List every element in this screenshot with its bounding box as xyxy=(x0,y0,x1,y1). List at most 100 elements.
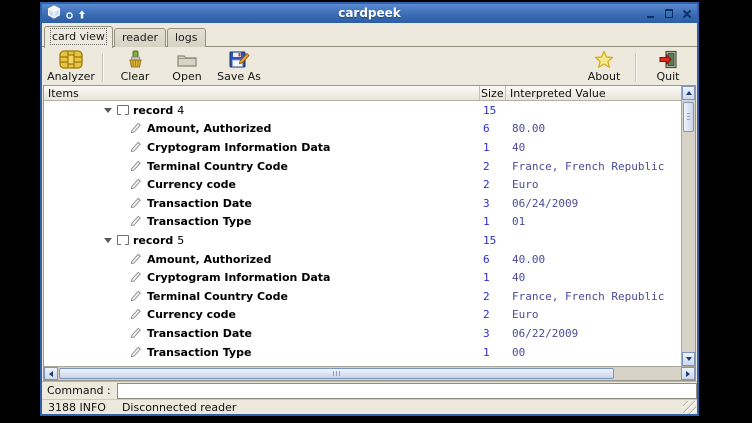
floppy-pencil-icon xyxy=(228,50,250,69)
size-value: 6 xyxy=(480,253,506,266)
record-icon xyxy=(117,235,129,245)
horizontal-scrollbar-trough[interactable] xyxy=(614,367,681,380)
item-label: Terminal Country Code xyxy=(147,160,288,173)
tree-row[interactable]: Transaction Type 1 01 xyxy=(44,213,681,232)
tree-row[interactable]: Transaction Type 1 00 xyxy=(44,343,681,362)
titlebar[interactable]: cardpeek xyxy=(42,4,697,23)
command-bar: Command : xyxy=(42,381,697,399)
item-label: Transaction Date xyxy=(147,197,252,210)
size-value: 15 xyxy=(480,234,506,247)
vertical-scrollbar[interactable] xyxy=(681,86,695,366)
interpreted-value: 06/24/2009 xyxy=(506,197,681,210)
app-cube-icon[interactable] xyxy=(47,4,61,23)
item-pencil-icon xyxy=(130,307,142,322)
vertical-scrollbar-trough[interactable] xyxy=(682,132,695,352)
clear-button[interactable]: Clear xyxy=(109,49,161,85)
table-header: Items Size Interpreted Value xyxy=(44,86,681,101)
size-value: 6 xyxy=(480,122,506,135)
item-label: Amount, Authorized xyxy=(147,122,271,135)
item-pencil-icon xyxy=(130,140,142,155)
size-value: 1 xyxy=(480,271,506,284)
item-label: Transaction Type xyxy=(147,215,251,228)
item-label: Cryptogram Information Data xyxy=(147,141,330,154)
size-value: 1 xyxy=(480,346,506,359)
horizontal-scrollbar[interactable] xyxy=(44,366,695,380)
item-pencil-icon xyxy=(130,214,142,229)
up-arrow-icon xyxy=(686,91,692,95)
tree-row[interactable]: Amount, Authorized 6 80.00 xyxy=(44,120,681,139)
tree-row[interactable]: Terminal Country Code 2 France, French R… xyxy=(44,287,681,306)
scroll-left-button[interactable] xyxy=(44,367,58,380)
size-value: 2 xyxy=(480,178,506,191)
down-arrow-icon xyxy=(686,357,692,361)
item-label: Currency code xyxy=(147,178,236,191)
item-label: Currency code xyxy=(147,308,236,321)
maximize-button[interactable] xyxy=(664,9,674,19)
item-pencil-icon xyxy=(130,289,142,304)
interpreted-value: 40.00 xyxy=(506,253,681,266)
tree-row[interactable]: Cryptogram Information Data 1 40 xyxy=(44,268,681,287)
expander-icon[interactable] xyxy=(104,238,112,243)
scroll-right-button[interactable] xyxy=(681,367,695,380)
resize-grip[interactable] xyxy=(683,401,696,414)
tree-row[interactable]: Currency code 2 Euro xyxy=(44,175,681,194)
tree-row[interactable]: Currency code 2 Euro xyxy=(44,306,681,325)
size-value: 3 xyxy=(480,197,506,210)
toolbar: Analyzer Clear Open xyxy=(42,47,697,85)
interpreted-value: Euro xyxy=(506,308,681,321)
indicator-circle-icon xyxy=(66,4,73,23)
star-icon xyxy=(594,50,614,69)
item-pencil-icon xyxy=(130,159,142,174)
interpreted-value: Euro xyxy=(506,178,681,191)
about-button[interactable]: About xyxy=(578,49,630,85)
expander-icon[interactable] xyxy=(104,108,112,113)
tree-view[interactable]: record 4 15 xyxy=(44,101,681,366)
tree-row[interactable]: record 4 15 xyxy=(44,101,681,120)
window-title: cardpeek xyxy=(42,4,697,23)
exit-door-icon xyxy=(658,50,678,69)
item-label: Amount, Authorized xyxy=(147,253,271,266)
item-pencil-icon xyxy=(130,270,142,285)
interpreted-value: France, French Republic xyxy=(506,160,681,173)
tree-row[interactable]: Transaction Date 3 06/22/2009 xyxy=(44,324,681,343)
save-as-button[interactable]: Save As xyxy=(213,49,265,85)
scroll-up-button[interactable] xyxy=(682,86,695,100)
tree-row[interactable]: record 5 15 xyxy=(44,231,681,250)
close-button[interactable] xyxy=(682,9,692,19)
vertical-scrollbar-thumb[interactable] xyxy=(683,102,694,132)
tab-reader[interactable]: reader xyxy=(114,28,166,47)
status-counter: 3188 INFO xyxy=(42,401,112,414)
toolbar-separator xyxy=(635,53,637,81)
analyzer-button[interactable]: Analyzer xyxy=(45,49,97,85)
item-label: Cryptogram Information Data xyxy=(147,271,330,284)
item-pencil-icon xyxy=(130,345,142,360)
interpreted-value: 01 xyxy=(506,215,681,228)
status-message: Disconnected reader xyxy=(112,401,683,414)
column-header-size[interactable]: Size xyxy=(480,86,506,100)
tab-logs[interactable]: logs xyxy=(167,28,206,47)
column-header-items[interactable]: Items xyxy=(44,86,480,100)
interpreted-value: 40 xyxy=(506,271,681,284)
scroll-down-button[interactable] xyxy=(682,352,695,366)
command-input[interactable] xyxy=(117,383,697,399)
item-pencil-icon xyxy=(130,326,142,341)
interpreted-value: 06/22/2009 xyxy=(506,327,681,340)
status-bar: 3188 INFO Disconnected reader xyxy=(42,399,697,414)
interpreted-value: 00 xyxy=(506,346,681,359)
interpreted-value: 80.00 xyxy=(506,122,681,135)
interpreted-value: 40 xyxy=(506,141,681,154)
open-button[interactable]: Open xyxy=(161,49,213,85)
size-value: 1 xyxy=(480,141,506,154)
minimize-button[interactable] xyxy=(646,9,656,19)
horizontal-scrollbar-thumb[interactable] xyxy=(59,368,614,379)
size-value: 2 xyxy=(480,160,506,173)
quit-button[interactable]: Quit xyxy=(642,49,694,85)
tree-row[interactable]: Transaction Date 3 06/24/2009 xyxy=(44,194,681,213)
tab-card-view[interactable]: card view xyxy=(44,26,113,48)
interpreted-value: France, French Republic xyxy=(506,290,681,303)
smartcard-chip-icon xyxy=(59,50,83,69)
column-header-interpreted-value[interactable]: Interpreted Value xyxy=(506,86,681,100)
tree-row[interactable]: Amount, Authorized 6 40.00 xyxy=(44,250,681,269)
tree-row[interactable]: Terminal Country Code 2 France, French R… xyxy=(44,157,681,176)
tree-row[interactable]: Cryptogram Information Data 1 40 xyxy=(44,138,681,157)
